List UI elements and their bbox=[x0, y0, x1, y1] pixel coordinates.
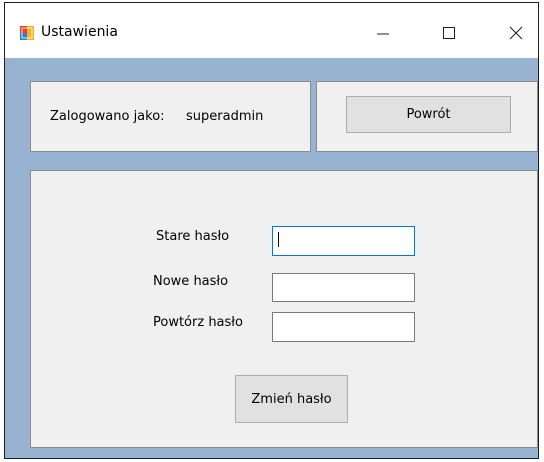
navigation-panel: Powrót bbox=[316, 81, 538, 152]
window-title: Ustawienia bbox=[41, 24, 118, 40]
back-button[interactable]: Powrót bbox=[346, 96, 511, 133]
new-password-label: Nowe hasło bbox=[153, 274, 229, 289]
change-password-panel: Stare hasło Nowe hasło Powtórz hasło Zmi… bbox=[30, 170, 538, 448]
minimize-button[interactable] bbox=[360, 13, 406, 53]
change-password-button-label: Zmień hasło bbox=[251, 391, 332, 407]
maximize-button[interactable] bbox=[426, 13, 472, 53]
close-icon bbox=[509, 26, 523, 40]
new-password-input[interactable] bbox=[272, 273, 415, 302]
text-caret bbox=[278, 232, 279, 247]
logged-in-label: Zalogowano jako: bbox=[50, 109, 165, 124]
change-password-button[interactable]: Zmień hasło bbox=[235, 375, 348, 423]
session-panel: Zalogowano jako: superadmin bbox=[30, 81, 311, 152]
minimize-icon bbox=[377, 33, 389, 35]
repeat-password-input[interactable] bbox=[272, 312, 415, 342]
old-password-label: Stare hasło bbox=[156, 229, 230, 244]
back-button-label: Powrót bbox=[406, 107, 451, 122]
maximize-icon bbox=[443, 27, 455, 39]
close-button[interactable] bbox=[493, 13, 539, 53]
app-icon bbox=[20, 26, 34, 40]
window-client-area: Zalogowano jako: superadmin Powrót Stare… bbox=[5, 58, 538, 458]
title-bar[interactable]: Ustawienia bbox=[5, 3, 538, 58]
repeat-password-label: Powtórz hasło bbox=[153, 315, 243, 330]
settings-window: Ustawienia Zalogowano jako: superadmin P… bbox=[4, 2, 539, 459]
username-value: superadmin bbox=[186, 109, 264, 124]
old-password-input[interactable] bbox=[272, 226, 415, 256]
